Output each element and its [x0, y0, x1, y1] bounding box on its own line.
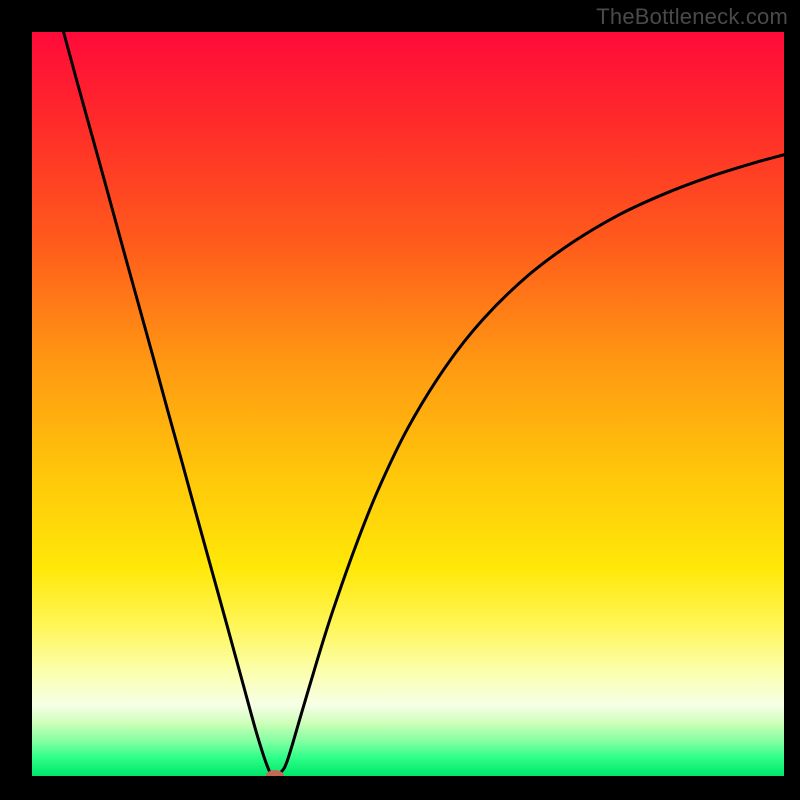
plot-background — [32, 32, 784, 776]
chart-frame: TheBottleneck.com — [0, 0, 800, 800]
bottleneck-chart — [0, 0, 800, 800]
watermark-text: TheBottleneck.com — [596, 4, 788, 30]
minimum-marker — [266, 770, 284, 782]
